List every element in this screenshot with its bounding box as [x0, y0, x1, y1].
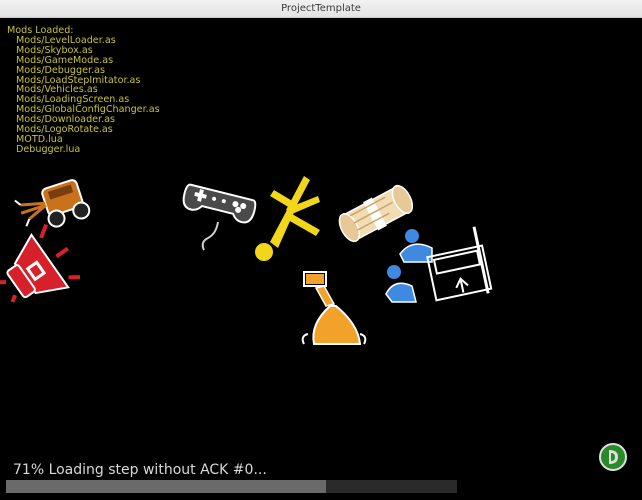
mods-loaded-list: Mods Loaded: Mods/LevelLoader.as Mods/Sk… — [7, 26, 160, 155]
gamepad-icon — [182, 183, 257, 251]
megaphone-icon — [0, 223, 80, 303]
users-computer-icon — [385, 226, 493, 303]
mod-item: Debugger.lua — [16, 143, 81, 155]
loading-status-text: 71% Loading step without ACK #0... — [13, 462, 267, 478]
engine-logo-icon — [599, 443, 627, 471]
game-viewport: Mods Loaded: Mods/LevelLoader.as Mods/Sk… — [0, 18, 642, 500]
window-title: ProjectTemplate — [281, 3, 361, 14]
loading-progress-bar — [6, 480, 457, 493]
lamp-icon — [301, 271, 367, 345]
falling-person-icon — [255, 176, 320, 261]
title-bar[interactable]: ProjectTemplate — [0, 0, 642, 18]
app-window: ProjectTemplate Mods Loaded: Mods/LevelL… — [0, 0, 642, 500]
loading-progress-fill — [6, 480, 327, 493]
